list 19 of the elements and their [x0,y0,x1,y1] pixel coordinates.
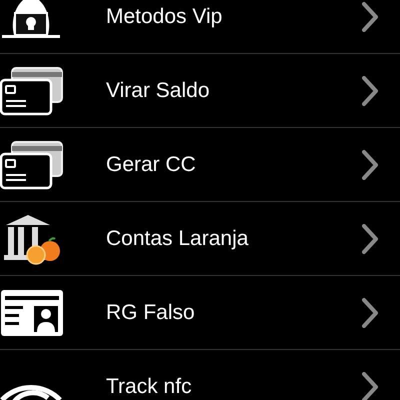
menu-item-label: Contas Laranja [106,226,250,250]
menu-item-label: RG Falso [106,300,196,324]
menu-item[interactable]: Virar Saldo [0,54,400,128]
hacker-laptop-icon [0,0,62,38]
chevron-right-icon [362,2,378,32]
chevron-right-icon [362,298,378,328]
menu-item[interactable]: RG Falso [0,276,400,350]
chevron-right-icon [362,372,378,400]
menu-item-label: Gerar CC [106,152,197,176]
chevron-right-icon [362,150,378,180]
menu-item-label: Metodos Vip [106,4,224,28]
menu-item-label: Virar Saldo [106,78,211,102]
menu-item[interactable]: Metodos Vip [0,0,400,54]
chevron-right-icon [362,224,378,254]
menu-item-label: Track nfc [106,374,193,398]
menu-item[interactable]: Contas Laranja [0,202,400,276]
chevron-right-icon [362,76,378,106]
menu-item[interactable]: Track nfc [0,350,400,400]
menu-item[interactable]: Gerar CC [0,128,400,202]
